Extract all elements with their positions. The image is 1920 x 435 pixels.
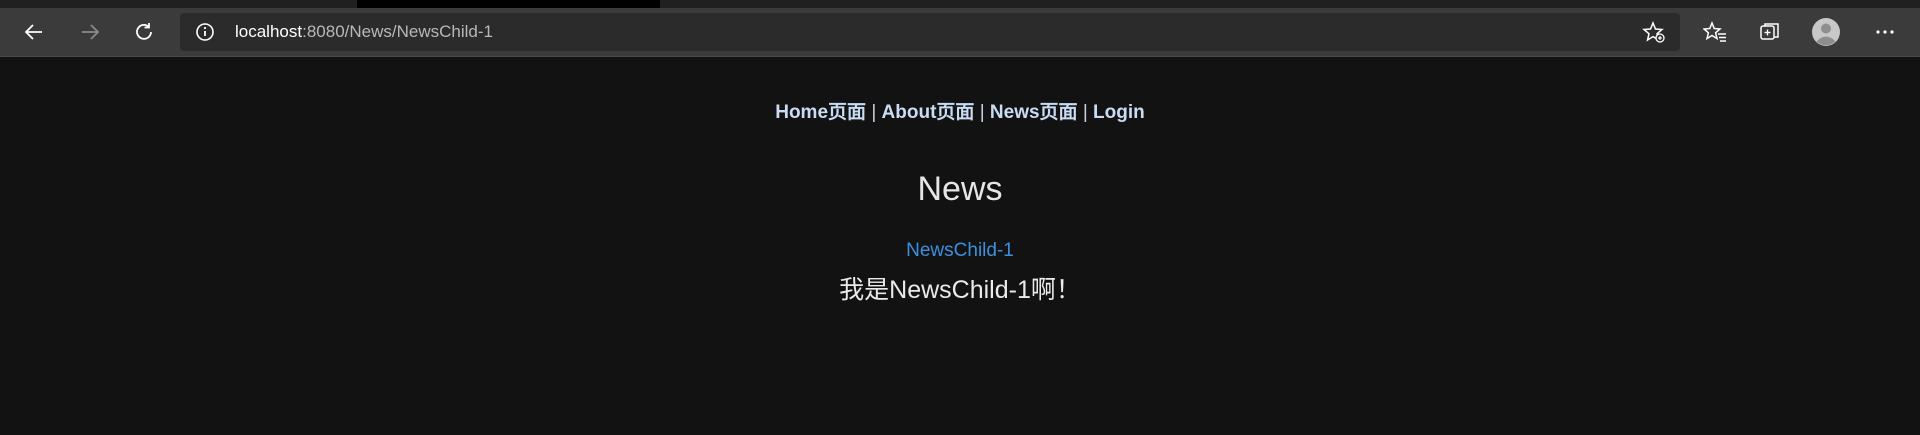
refresh-icon [136, 23, 152, 40]
collections-icon [1760, 23, 1779, 40]
tab-inactive[interactable] [0, 0, 357, 8]
page-content: Home页面 | About页面 | News页面 | Login News N… [0, 57, 1920, 435]
browser-toolbar: localhost:8080/News/NewsChild-1 [0, 8, 1920, 57]
nav-separator: | [979, 102, 985, 123]
url-text[interactable]: localhost:8080/News/NewsChild-1 [235, 22, 493, 42]
forward-button[interactable] [72, 16, 108, 48]
more-button[interactable] [1867, 16, 1903, 48]
nav-link-home[interactable]: Home页面 [775, 102, 866, 123]
favorites-button[interactable] [1697, 16, 1733, 48]
refresh-button[interactable] [126, 16, 162, 48]
url-path: :8080/News/NewsChild-1 [302, 22, 493, 41]
more-icon [1876, 30, 1894, 34]
url-host: localhost [235, 22, 303, 41]
nav-bar: Home页面 | About页面 | News页面 | Login [0, 97, 1920, 124]
add-favorite-icon[interactable] [1642, 21, 1666, 43]
profile-button[interactable] [1808, 16, 1844, 48]
info-icon[interactable] [194, 21, 216, 43]
back-arrow-icon [24, 24, 42, 40]
address-bar[interactable]: localhost:8080/News/NewsChild-1 [180, 13, 1680, 51]
profile-icon [1812, 18, 1840, 46]
nav-separator: | [871, 102, 877, 123]
news-child-content: 我是NewsChild-1啊！ [839, 276, 1081, 304]
news-child-link[interactable]: NewsChild-1 [0, 240, 1920, 262]
tab-strip [0, 0, 1920, 8]
favorites-icon [1703, 21, 1726, 42]
nav-link-about[interactable]: About页面 [882, 102, 975, 123]
nav-link-news[interactable]: News页面 [990, 102, 1078, 123]
news-child-link-text[interactable]: NewsChild-1 [906, 240, 1014, 261]
collections-button[interactable] [1752, 16, 1788, 48]
nav-link-login[interactable]: Login [1093, 102, 1145, 123]
forward-arrow-icon [82, 24, 100, 40]
back-button[interactable] [16, 16, 52, 48]
nav-separator: | [1082, 102, 1088, 123]
tab-strip-area [660, 0, 1920, 8]
page-title: News [917, 170, 1003, 208]
